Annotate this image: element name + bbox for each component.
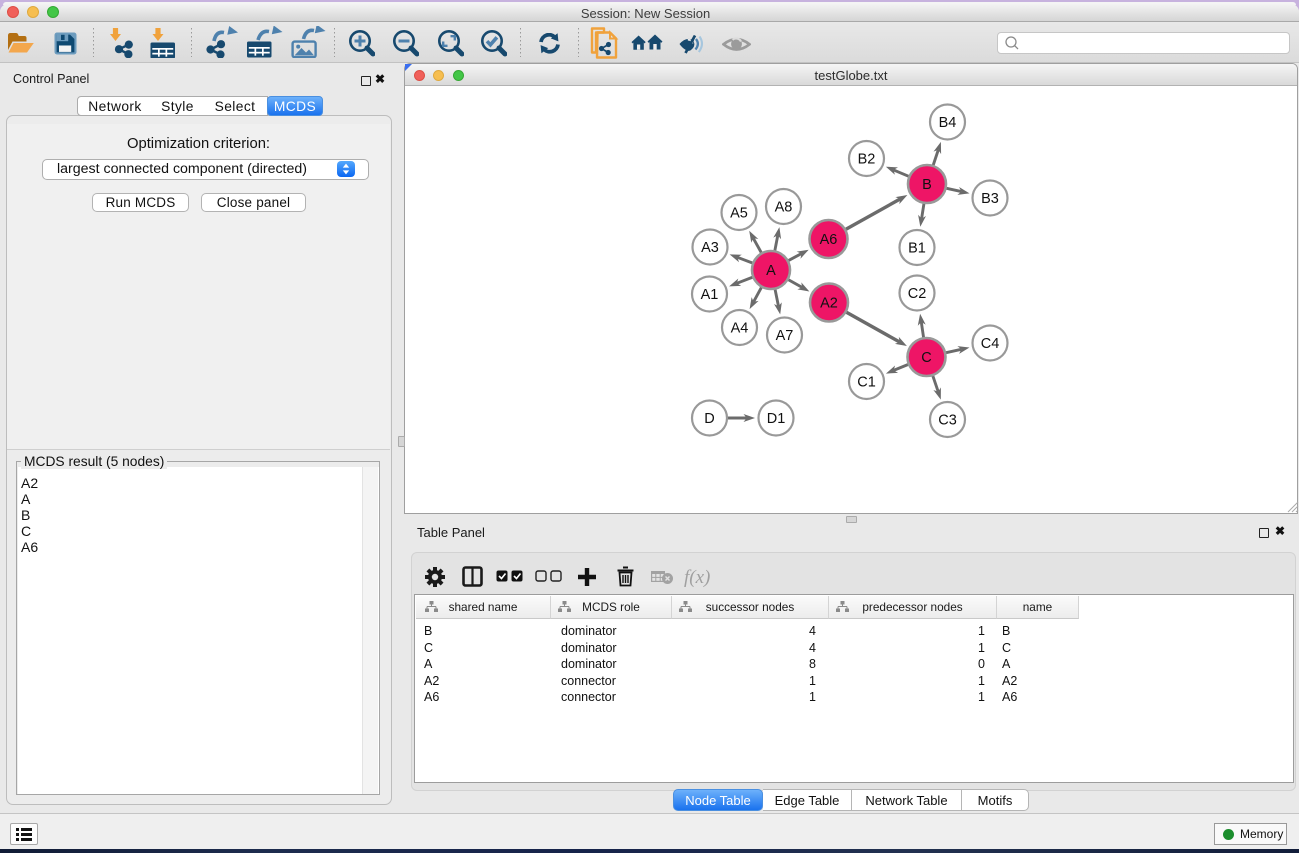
svg-text:A7: A7 xyxy=(776,328,794,344)
svg-text:A6: A6 xyxy=(820,232,838,248)
svg-text:A3: A3 xyxy=(701,240,719,256)
svg-text:A5: A5 xyxy=(730,205,748,221)
svg-text:C2: C2 xyxy=(908,286,927,302)
svg-text:A2: A2 xyxy=(820,295,838,311)
svg-text:C: C xyxy=(921,350,931,366)
svg-text:B3: B3 xyxy=(981,191,999,207)
svg-text:B2: B2 xyxy=(858,151,876,167)
svg-text:D: D xyxy=(704,411,714,427)
svg-text:B: B xyxy=(922,177,932,193)
svg-text:B4: B4 xyxy=(939,115,957,131)
svg-text:A8: A8 xyxy=(775,199,793,215)
svg-text:A: A xyxy=(766,263,776,279)
svg-text:A4: A4 xyxy=(731,320,749,336)
svg-text:D1: D1 xyxy=(767,411,786,427)
svg-text:A1: A1 xyxy=(701,287,719,303)
svg-text:C4: C4 xyxy=(981,336,1000,352)
svg-text:C1: C1 xyxy=(857,374,876,390)
svg-text:B1: B1 xyxy=(908,240,926,256)
svg-text:C3: C3 xyxy=(938,412,957,428)
